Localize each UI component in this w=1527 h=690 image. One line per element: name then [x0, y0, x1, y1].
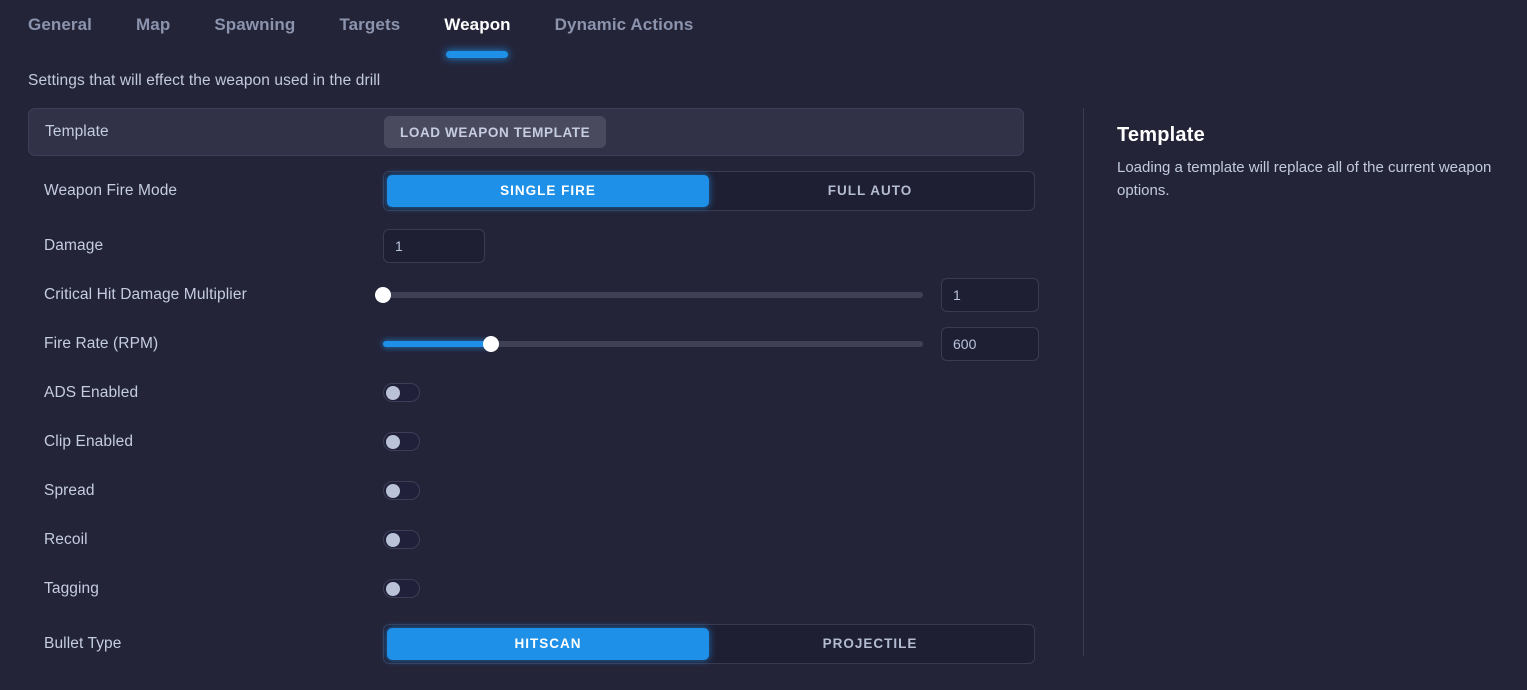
row-control-template: LOAD WEAPON TEMPLATE: [384, 116, 1023, 148]
row-label-template: Template: [45, 123, 384, 141]
tab-label: General: [28, 15, 92, 34]
fire-mode-option-single-fire[interactable]: SINGLE FIRE: [387, 175, 709, 207]
content-area: Template LOAD WEAPON TEMPLATE Weapon Fir…: [0, 90, 1527, 668]
row-control-spread: [383, 481, 1052, 500]
toggle-knob: [386, 435, 400, 449]
sidebar-info-panel: Template Loading a template will replace…: [1084, 108, 1494, 202]
ads-enabled-toggle[interactable]: [383, 383, 420, 402]
tab-weapon[interactable]: Weapon: [422, 12, 532, 38]
load-weapon-template-button[interactable]: LOAD WEAPON TEMPLATE: [384, 116, 606, 148]
row-recoil: Recoil: [28, 515, 1052, 564]
slider-track: [383, 292, 923, 298]
tab-map[interactable]: Map: [114, 12, 192, 38]
row-spread: Spread: [28, 466, 1052, 515]
tab-bar: General Map Spawning Targets Weapon Dyna…: [0, 0, 1527, 58]
tab-label: Map: [136, 15, 170, 34]
row-label-bullet-type: Bullet Type: [44, 635, 383, 653]
row-tagging: Tagging: [28, 564, 1052, 613]
row-control-ads-enabled: [383, 383, 1052, 402]
row-damage: Damage: [28, 221, 1052, 270]
fire-rate-input[interactable]: [941, 327, 1039, 361]
row-ads-enabled: ADS Enabled: [28, 368, 1052, 417]
row-control-recoil: [383, 530, 1052, 549]
row-critical-hit-damage-multiplier: Critical Hit Damage Multiplier: [28, 270, 1052, 319]
row-weapon-fire-mode: Weapon Fire Mode SINGLE FIRE FULL AUTO: [28, 166, 1052, 215]
row-fire-rate: Fire Rate (RPM): [28, 319, 1052, 368]
tab-label: Weapon: [444, 15, 510, 34]
recoil-toggle[interactable]: [383, 530, 420, 549]
slider-thumb[interactable]: [483, 336, 499, 352]
tab-targets[interactable]: Targets: [317, 12, 422, 38]
tab-active-underline: [446, 51, 508, 58]
toggle-knob: [386, 582, 400, 596]
spread-toggle[interactable]: [383, 481, 420, 500]
tagging-toggle[interactable]: [383, 579, 420, 598]
row-clip-enabled: Clip Enabled: [28, 417, 1052, 466]
row-label-recoil: Recoil: [44, 531, 383, 549]
tab-label: Targets: [339, 15, 400, 34]
clip-enabled-toggle[interactable]: [383, 432, 420, 451]
bullet-type-option-projectile[interactable]: PROJECTILE: [709, 628, 1031, 660]
toggle-knob: [386, 386, 400, 400]
tab-label: Spawning: [214, 15, 295, 34]
bullet-type-segmented-control: HITSCAN PROJECTILE: [383, 624, 1035, 664]
tab-spawning[interactable]: Spawning: [192, 12, 317, 38]
row-label-spread: Spread: [44, 482, 383, 500]
toggle-knob: [386, 533, 400, 547]
damage-input[interactable]: [383, 229, 485, 263]
row-label-weapon-fire-mode: Weapon Fire Mode: [44, 182, 383, 200]
settings-column: Template LOAD WEAPON TEMPLATE Weapon Fir…: [0, 108, 1052, 668]
row-control-damage: [383, 229, 1052, 263]
row-bullet-type: Bullet Type HITSCAN PROJECTILE: [28, 619, 1052, 668]
bullet-type-option-hitscan[interactable]: HITSCAN: [387, 628, 709, 660]
row-control-bullet-type: HITSCAN PROJECTILE: [383, 624, 1052, 664]
row-label-tagging: Tagging: [44, 580, 383, 598]
row-control-tagging: [383, 579, 1052, 598]
row-control-fire-rate: [383, 327, 1052, 361]
toggle-knob: [386, 484, 400, 498]
row-control-clip-enabled: [383, 432, 1052, 451]
row-label-critical-hit-damage-multiplier: Critical Hit Damage Multiplier: [44, 286, 383, 304]
row-label-clip-enabled: Clip Enabled: [44, 433, 383, 451]
row-label-damage: Damage: [44, 237, 383, 255]
fire-mode-option-full-auto[interactable]: FULL AUTO: [709, 175, 1031, 207]
tab-general[interactable]: General: [28, 12, 114, 38]
row-label-ads-enabled: ADS Enabled: [44, 384, 383, 402]
row-template: Template LOAD WEAPON TEMPLATE: [28, 108, 1024, 156]
sidebar-title: Template: [1117, 124, 1494, 147]
critical-hit-damage-multiplier-slider[interactable]: [383, 278, 923, 312]
tab-dynamic-actions[interactable]: Dynamic Actions: [533, 12, 716, 38]
sidebar-description: Loading a template will replace all of t…: [1117, 156, 1494, 202]
row-control-weapon-fire-mode: SINGLE FIRE FULL AUTO: [383, 171, 1052, 211]
row-label-fire-rate: Fire Rate (RPM): [44, 335, 383, 353]
fire-rate-slider[interactable]: [383, 327, 923, 361]
slider-fill: [383, 341, 491, 347]
tab-label: Dynamic Actions: [555, 15, 694, 34]
slider-thumb[interactable]: [375, 287, 391, 303]
critical-hit-damage-multiplier-input[interactable]: [941, 278, 1039, 312]
fire-mode-segmented-control: SINGLE FIRE FULL AUTO: [383, 171, 1035, 211]
row-control-critical-hit-damage-multiplier: [383, 278, 1052, 312]
page-subtitle: Settings that will effect the weapon use…: [0, 58, 1527, 90]
